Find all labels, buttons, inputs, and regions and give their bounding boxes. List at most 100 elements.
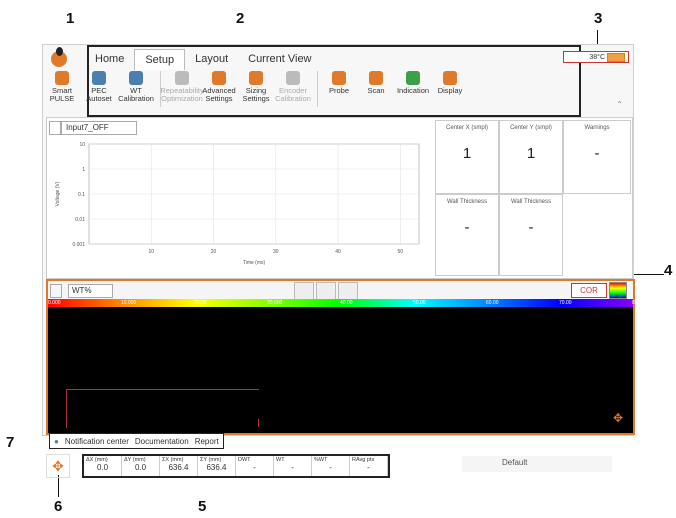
map-toggle[interactable] — [50, 284, 62, 298]
ribbon-button-probe[interactable]: Probe — [322, 71, 356, 111]
ribbon-button-encoder-calibration: Encoder Calibration — [275, 71, 311, 111]
ribbon-button-label: Probe — [328, 86, 349, 95]
color-scale-label: 80.00 — [632, 300, 645, 306]
cor-label: COR — [580, 286, 598, 295]
collapse-ribbon-icon[interactable]: ⌃ — [616, 100, 623, 109]
callout-7: 7 — [6, 434, 15, 451]
input-dropdown[interactable]: Input7_OFF — [61, 121, 137, 135]
indication-icon — [406, 71, 420, 85]
ribbon-button-label: Advanced Settings — [202, 86, 236, 103]
color-scale-label: 60.00 — [486, 300, 499, 306]
app-logo-icon[interactable] — [51, 47, 67, 67]
metric-center-x: Center X (smpl) 1 — [435, 120, 499, 194]
ribbon-button-label: WT Calibration — [118, 86, 154, 103]
encoder-calibration-icon — [286, 71, 300, 85]
ribbon-button-pec-autoset[interactable]: PEC Autoset — [82, 71, 116, 111]
ribbon-button-label: Repeatability Optimization — [160, 86, 204, 103]
metric-value: 1 — [462, 145, 472, 162]
callout-1: 1 — [66, 10, 75, 27]
color-scale-labels: 0.000 10.000 20.00 30.000 40.00 50.00 60.00 70.… — [48, 299, 645, 307]
ribbon-toolbar: Smart PULSE PEC Autoset WT Calibration Repe… — [45, 71, 470, 111]
ribbon-button-smart-pulse[interactable]: Smart PULSE — [45, 71, 79, 111]
color-scale-label: 70.00 — [559, 300, 572, 306]
x-axis-label: Time (ms) — [243, 260, 266, 266]
menu-tabs: Home Setup Layout Current View — [85, 49, 322, 70]
probe-tool-icon[interactable] — [338, 282, 358, 300]
preset-label: Default — [502, 458, 528, 467]
ribbon-button-advanced-settings[interactable]: Advanced Settings — [202, 71, 236, 111]
metric-value: - — [594, 145, 600, 162]
metric-warnings: Warnings - — [563, 120, 631, 194]
status-indicator: 38°C — [563, 51, 629, 63]
readout-cell: DWT - — [236, 456, 274, 476]
preset-selector[interactable]: Default — [462, 456, 612, 472]
wt-calibration-icon — [129, 71, 143, 85]
display-icon — [443, 71, 457, 85]
ribbon-button-label: Display — [437, 86, 463, 95]
battery-icon — [607, 52, 625, 62]
wt-mode-dropdown[interactable]: WT% — [68, 284, 113, 298]
readout-cell: %WT - — [312, 456, 350, 476]
color-scale-label: 40.00 — [340, 300, 353, 306]
readout-value: 0.0 — [96, 463, 109, 472]
ribbon-button-label: Sizing Settings — [242, 86, 270, 103]
x-tick-label: 50 — [398, 249, 404, 255]
channel-toggle[interactable] — [49, 121, 61, 135]
x-tick-label: 10 — [148, 249, 154, 255]
color-scale-label: 30.000 — [267, 300, 283, 306]
measurement-readouts: ΔX (mm) 0.0 ΔY (mm) 0.0 ΣX (mm) 636.4 ΣY (mm) 6… — [82, 454, 390, 478]
ribbon-button-wt-calibration[interactable]: WT Calibration — [118, 71, 154, 111]
y-tick-label: 10 — [79, 142, 85, 148]
metric-wall-thickness-1: Wall Thickness - — [435, 194, 499, 276]
report-link[interactable]: Report — [195, 437, 219, 446]
x-tick-label: 20 — [211, 249, 217, 255]
cursor-mode-icon[interactable]: ✥ — [46, 454, 70, 478]
cursor-tool-icon[interactable] — [294, 282, 314, 300]
readout-value: - — [291, 463, 294, 472]
bottom-status-bar: ✥ ΔX (mm) 0.0 ΔY (mm) 0.0 ΣX (mm) 636.4 ΣY (mm… — [42, 452, 632, 478]
advanced-settings-icon — [212, 71, 226, 85]
readout-cell: ΣY (mm) 636.4 — [198, 456, 236, 476]
ribbon-button-label: PEC Autoset — [86, 86, 112, 103]
ribbon-separator — [317, 71, 318, 107]
metric-title: Center X (smpl) — [445, 125, 488, 131]
x-tick-label: 30 — [273, 249, 279, 255]
move-cursor-icon[interactable]: ✥ — [613, 411, 623, 425]
metric-title: Wall Thickness — [510, 199, 551, 205]
ribbon-button-label: Scan — [367, 86, 385, 95]
sizing-settings-icon — [249, 71, 263, 85]
readout-cell: ΣX (mm) 636.4 — [160, 456, 198, 476]
ribbon-button-repeatability-optimization: Repeatability Optimization — [160, 71, 204, 111]
map-toolbar: WT% COR — [48, 281, 633, 300]
tab-current-view[interactable]: Current View — [238, 49, 321, 70]
notification-center-link[interactable]: Notification center — [65, 437, 129, 446]
selection-marker — [258, 419, 259, 427]
palette-icon[interactable] — [609, 282, 627, 299]
metric-wall-thickness-2: Wall Thickness - — [499, 194, 563, 276]
ribbon-button-sizing-settings[interactable]: Sizing Settings — [239, 71, 273, 111]
callout-5: 5 — [198, 498, 207, 515]
cor-button[interactable]: COR — [571, 283, 607, 298]
probe-icon — [332, 71, 346, 85]
scan-icon — [369, 71, 383, 85]
ribbon-button-label: Encoder Calibration — [275, 86, 311, 103]
tab-layout[interactable]: Layout — [185, 49, 238, 70]
app-window: Home Setup Layout Current View 38°C Smart P… — [42, 44, 645, 449]
ribbon-button-indication[interactable]: Indication — [396, 71, 430, 111]
readout-cell: ΔY (mm) 0.0 — [122, 456, 160, 476]
color-scale-label: 20.00 — [194, 300, 207, 306]
measure-tool-icon[interactable] — [316, 282, 336, 300]
ribbon-button-scan[interactable]: Scan — [359, 71, 393, 111]
notification-bar: ● Notification center Documentation Repo… — [49, 433, 224, 449]
y-tick-label: 0.001 — [72, 242, 85, 248]
ribbon-button-display[interactable]: Display — [433, 71, 467, 111]
documentation-link[interactable]: Documentation — [135, 437, 189, 446]
readout-value: - — [367, 463, 370, 472]
metric-value: 1 — [526, 145, 536, 162]
tab-setup[interactable]: Setup — [134, 49, 186, 70]
readout-cell: ΔX (mm) 0.0 — [84, 456, 122, 476]
color-scale-label: 10.000 — [121, 300, 137, 306]
metric-title: Center Y (smpl) — [510, 125, 552, 131]
tab-home[interactable]: Home — [85, 49, 134, 70]
readout-value: 636.4 — [168, 463, 189, 472]
